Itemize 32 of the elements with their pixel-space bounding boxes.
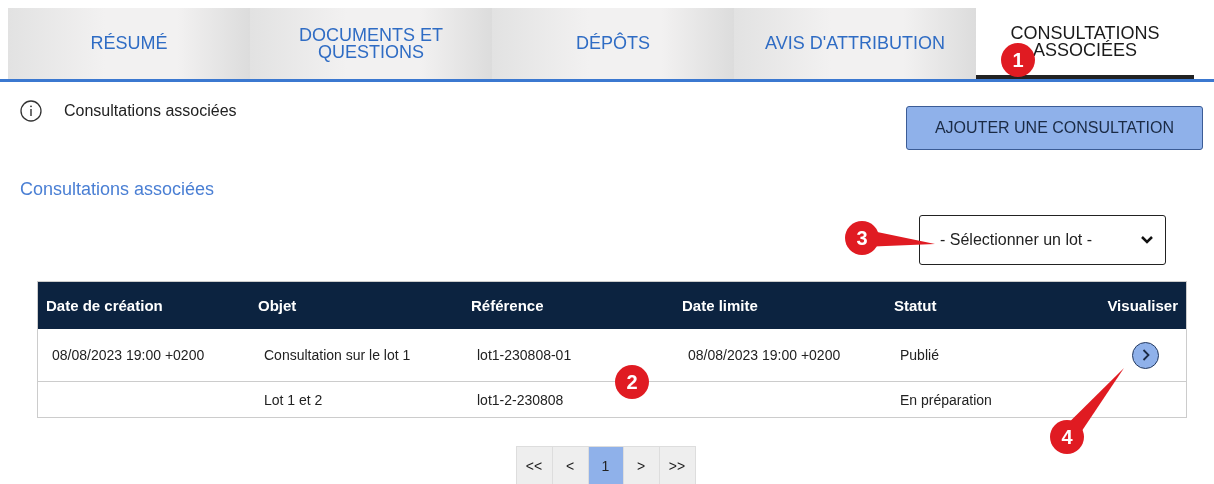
chevron-right-icon — [1141, 349, 1150, 361]
column-header: Statut — [886, 282, 1076, 329]
column-header: Date limite — [674, 282, 886, 329]
table-cell: 08/08/2023 19:00 +0200 — [38, 329, 250, 382]
page-button[interactable]: > — [622, 446, 660, 484]
page-button[interactable]: 1 — [587, 446, 624, 484]
info-text: Consultations associées — [64, 102, 237, 120]
tab[interactable]: RÉSUMÉ — [8, 8, 250, 79]
tab[interactable]: DÉPÔTS — [492, 8, 734, 79]
callout-badge: 2 — [615, 365, 649, 399]
section-title: Consultations associées — [19, 178, 216, 200]
add-consultation-button[interactable]: AJOUTER UNE CONSULTATION — [906, 106, 1203, 150]
table-cell: Publié — [886, 329, 1076, 382]
table-cell: Consultation sur le lot 1 — [250, 329, 463, 382]
view-button[interactable] — [1132, 341, 1159, 369]
callout-badge: 1 — [1001, 43, 1035, 77]
page-button[interactable]: < — [551, 446, 589, 484]
info-icon — [20, 100, 42, 122]
page-button[interactable]: >> — [658, 446, 696, 484]
column-header: Visualiser — [1076, 282, 1186, 329]
column-header: Date de création — [38, 282, 250, 329]
lot-select[interactable]: - Sélectionner un lot - — [919, 215, 1166, 265]
tab[interactable]: DOCUMENTS ET QUESTIONS — [250, 8, 492, 79]
table-cell-text: En préparation — [899, 390, 993, 410]
callout-badge: 3 — [845, 221, 935, 255]
table-cell: 08/08/2023 19:00 +0200 — [674, 329, 886, 382]
column-header: Référence — [463, 282, 674, 329]
chevron-down-icon — [1141, 236, 1153, 244]
table-cell-text: Lot 1 et 2 — [263, 390, 324, 410]
tab[interactable]: AVIS D'ATTRIBUTION — [734, 8, 976, 79]
page-button[interactable]: << — [515, 446, 553, 484]
column-header: Objet — [250, 282, 463, 329]
